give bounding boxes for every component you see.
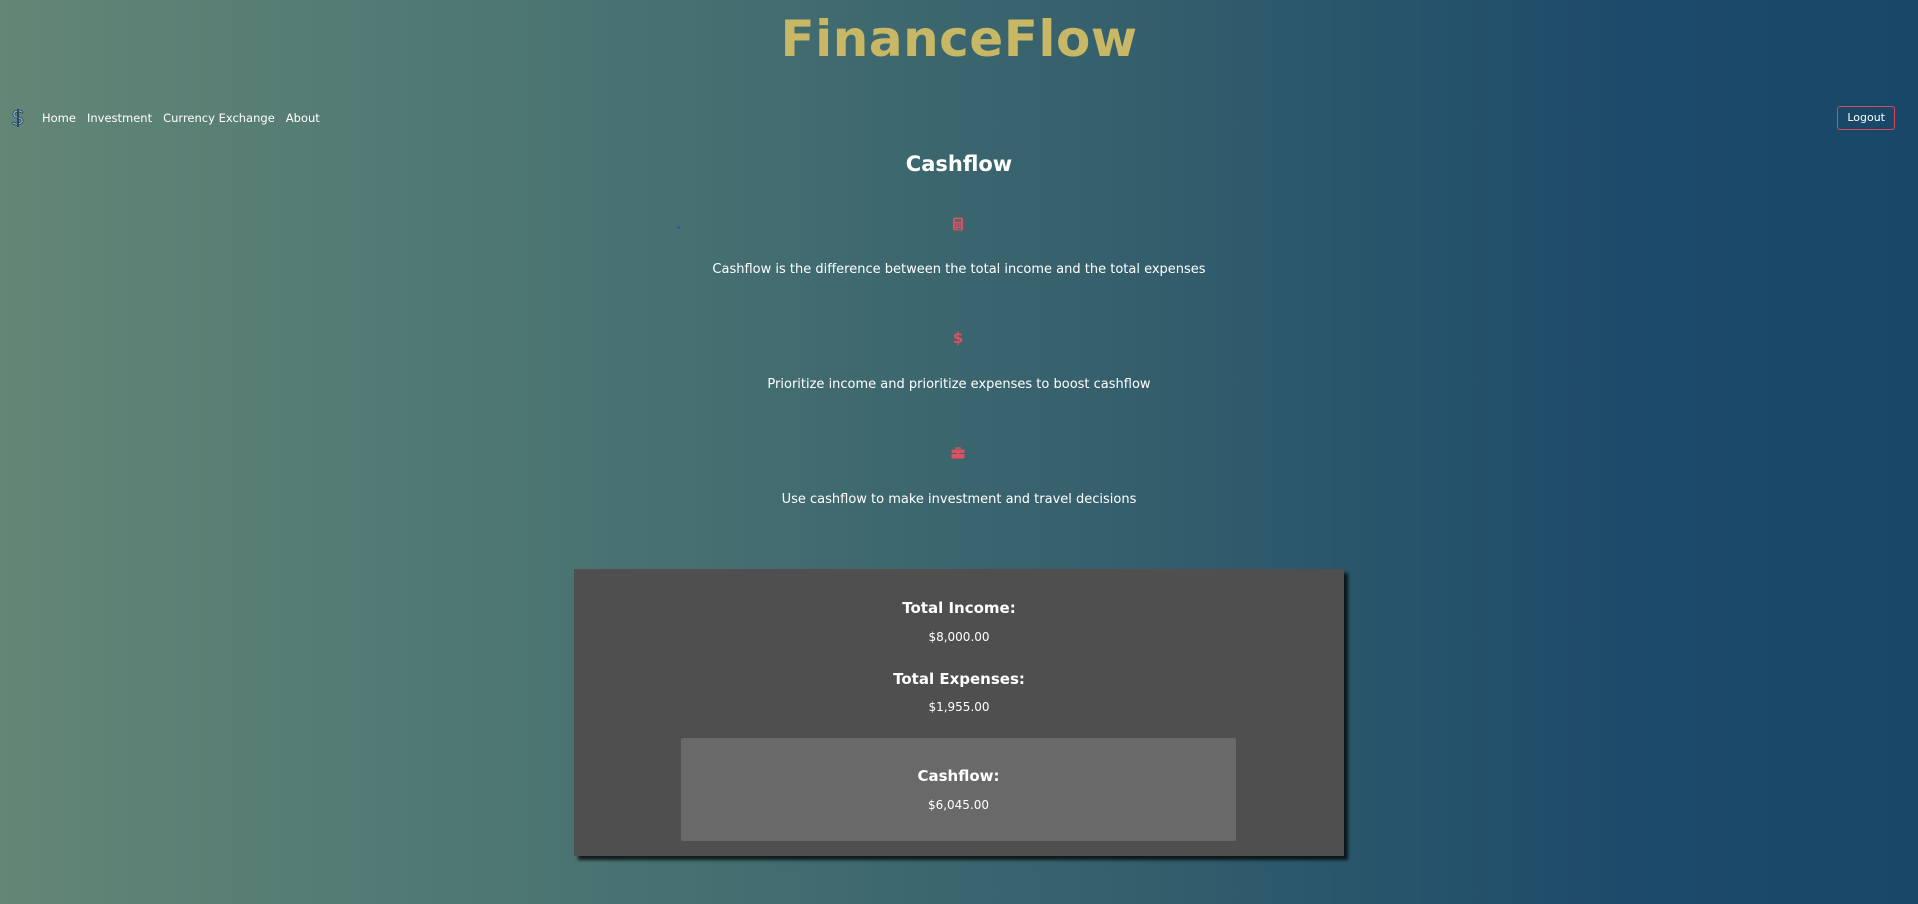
brand-title: FinanceFlow — [780, 10, 1138, 68]
decorative-dot — [677, 226, 680, 229]
nav-links: Home Investment Currency Exchange About — [42, 111, 320, 125]
feature-text-2: Prioritize income and prioritize expense… — [767, 377, 1151, 392]
page-title: Cashflow — [905, 152, 1013, 176]
logout-button[interactable]: Logout — [1837, 106, 1895, 130]
total-expenses-label: Total Expenses: — [893, 670, 1025, 688]
briefcase-icon — [950, 445, 966, 461]
nav-home[interactable]: Home — [42, 111, 76, 125]
nav-about[interactable]: About — [286, 111, 320, 125]
total-expenses-value: $1,955.00 — [928, 700, 990, 714]
navbar: Home Investment Currency Exchange About … — [0, 106, 1918, 132]
dollar-logo-icon[interactable] — [8, 108, 28, 128]
cashflow-summary-card: Total Income: $8,000.00 Total Expenses: … — [574, 569, 1344, 856]
cashflow-label: Cashflow: — [917, 767, 1000, 785]
nav-investment[interactable]: Investment — [87, 111, 152, 125]
calculator-icon — [950, 216, 966, 232]
feature-text-3: Use cashflow to make investment and trav… — [781, 492, 1137, 507]
nav-currency-exchange[interactable]: Currency Exchange — [163, 111, 275, 125]
cashflow-result-box: Cashflow: $6,045.00 — [681, 738, 1236, 841]
dollar-icon: $ — [952, 329, 964, 347]
total-income-value: $8,000.00 — [928, 630, 990, 644]
feature-text-1: Cashflow is the difference between the t… — [712, 262, 1206, 277]
cashflow-value: $6,045.00 — [927, 798, 990, 812]
total-income-label: Total Income: — [902, 599, 1016, 617]
